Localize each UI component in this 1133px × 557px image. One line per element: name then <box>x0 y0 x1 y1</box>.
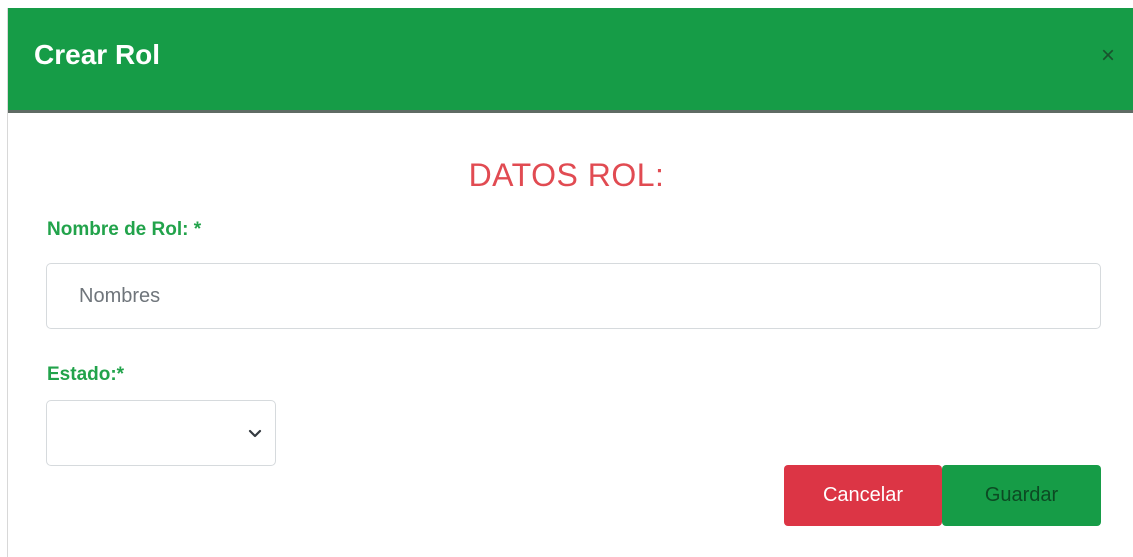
save-button[interactable]: Guardar <box>942 465 1101 526</box>
close-button[interactable]: × <box>1097 44 1119 68</box>
role-name-label: Nombre de Rol: * <box>47 219 202 240</box>
section-title: DATOS ROL: <box>468 157 665 193</box>
modal-header: Crear Rol × <box>8 8 1133 113</box>
status-select[interactable] <box>46 400 276 466</box>
close-icon: × <box>1100 42 1115 69</box>
status-label: Estado:* <box>47 364 125 385</box>
chevron-down-icon <box>248 429 262 438</box>
modal-title: Crear Rol <box>34 39 161 70</box>
role-name-input[interactable] <box>46 263 1101 329</box>
cancel-button[interactable]: Cancelar <box>784 465 942 526</box>
